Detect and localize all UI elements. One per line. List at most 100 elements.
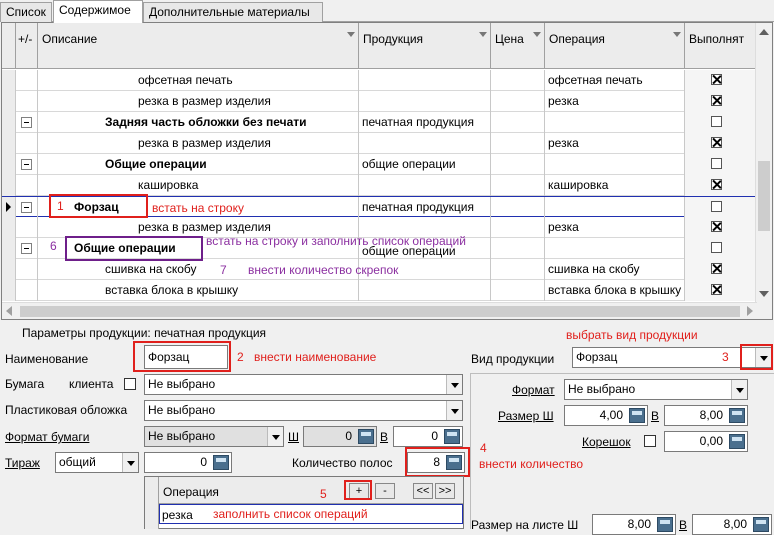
row-toggle-cell[interactable] bbox=[16, 259, 38, 280]
product-cell[interactable] bbox=[359, 70, 491, 91]
done-cell[interactable] bbox=[685, 197, 757, 218]
price-cell[interactable] bbox=[491, 217, 545, 238]
unchecked-checkbox-icon[interactable] bbox=[711, 158, 722, 169]
dropdown-arrow-icon[interactable] bbox=[122, 453, 138, 472]
operation-cell[interactable]: вставка блока в крышку bbox=[545, 280, 685, 301]
header-plusminus[interactable]: +/- bbox=[16, 23, 38, 69]
header-product[interactable]: Продукция bbox=[359, 23, 491, 69]
checked-checkbox-icon[interactable] bbox=[711, 284, 722, 295]
description-cell[interactable]: резка в размер изделия bbox=[38, 91, 359, 112]
row-toggle-cell[interactable] bbox=[16, 112, 38, 133]
calculator-icon[interactable] bbox=[213, 455, 229, 470]
description-cell[interactable]: резка в размер изделия bbox=[38, 133, 359, 154]
width-field[interactable]: 0 bbox=[303, 426, 377, 447]
row-indicator[interactable] bbox=[2, 217, 16, 238]
size-width-label[interactable]: Размер Ш bbox=[498, 408, 554, 424]
checked-checkbox-icon[interactable] bbox=[711, 263, 722, 274]
unchecked-checkbox-icon[interactable] bbox=[711, 201, 722, 212]
table-row[interactable]: вставка блока в крышку вставка блока в кр… bbox=[2, 280, 757, 301]
done-cell[interactable] bbox=[685, 238, 757, 259]
sheet-width-field[interactable]: 8,00 bbox=[592, 514, 676, 535]
price-cell[interactable] bbox=[491, 91, 545, 112]
done-cell[interactable] bbox=[685, 259, 757, 280]
operation-cell[interactable] bbox=[545, 154, 685, 175]
operation-cell[interactable]: резка bbox=[545, 133, 685, 154]
paper-select[interactable]: Не выбрано bbox=[144, 374, 463, 395]
price-cell[interactable] bbox=[491, 112, 545, 133]
price-cell[interactable] bbox=[491, 197, 545, 218]
checked-checkbox-icon[interactable] bbox=[711, 137, 722, 148]
collapse-icon[interactable] bbox=[21, 243, 32, 254]
spine-checkbox[interactable] bbox=[644, 435, 656, 447]
done-cell[interactable] bbox=[685, 112, 757, 133]
row-indicator[interactable] bbox=[2, 175, 16, 196]
tab-list[interactable]: Список bbox=[0, 2, 52, 22]
row-indicator[interactable] bbox=[2, 133, 16, 154]
row-toggle-cell[interactable] bbox=[16, 197, 38, 218]
product-cell[interactable] bbox=[359, 280, 491, 301]
dropdown-arrow-icon[interactable] bbox=[446, 401, 462, 420]
product-cell[interactable] bbox=[359, 133, 491, 154]
sheet-height-label[interactable]: В bbox=[679, 517, 687, 533]
row-toggle-cell[interactable] bbox=[16, 175, 38, 196]
row-indicator[interactable] bbox=[2, 197, 16, 218]
row-indicator[interactable] bbox=[2, 259, 16, 280]
row-indicator[interactable] bbox=[2, 238, 16, 259]
spine-label[interactable]: Корешок bbox=[582, 434, 631, 450]
price-cell[interactable] bbox=[491, 70, 545, 91]
scroll-thumb[interactable] bbox=[758, 161, 770, 231]
checked-checkbox-icon[interactable] bbox=[711, 221, 722, 232]
dropdown-arrow-icon[interactable] bbox=[731, 380, 747, 399]
size-height-label[interactable]: В bbox=[651, 408, 659, 424]
calculator-icon[interactable] bbox=[657, 517, 673, 532]
operation-cell[interactable]: резка bbox=[545, 91, 685, 112]
done-cell[interactable] bbox=[685, 70, 757, 91]
next-operation-button[interactable]: >> bbox=[435, 483, 455, 499]
collapse-icon[interactable] bbox=[21, 159, 32, 170]
hscroll-thumb[interactable] bbox=[20, 306, 740, 317]
dropdown-arrow-icon[interactable] bbox=[267, 427, 283, 446]
price-cell[interactable] bbox=[491, 154, 545, 175]
row-indicator[interactable] bbox=[2, 70, 16, 91]
remove-operation-button[interactable]: - bbox=[375, 483, 395, 499]
run-quantity-field[interactable]: 0 bbox=[144, 452, 232, 473]
horizontal-scrollbar[interactable] bbox=[2, 302, 757, 319]
table-row[interactable]: Задняя часть обложки без печати печатная … bbox=[2, 112, 757, 133]
price-cell[interactable] bbox=[491, 280, 545, 301]
table-row[interactable]: каширoвка каширoвка bbox=[2, 175, 757, 196]
row-toggle-cell[interactable] bbox=[16, 91, 38, 112]
scroll-down-icon[interactable] bbox=[759, 291, 769, 297]
row-indicator[interactable] bbox=[2, 154, 16, 175]
product-cell[interactable]: печатная продукция bbox=[359, 197, 491, 218]
row-indicator[interactable] bbox=[2, 280, 16, 301]
table-row[interactable]: резка в размер изделия резка bbox=[2, 91, 757, 112]
table-row[interactable]: Общие операции общие операции bbox=[2, 154, 757, 175]
cover-select[interactable]: Не выбрано bbox=[144, 400, 463, 421]
operation-cell[interactable] bbox=[545, 197, 685, 218]
calculator-icon[interactable] bbox=[444, 429, 460, 444]
row-toggle-cell[interactable] bbox=[16, 280, 38, 301]
format-label[interactable]: Формат bbox=[512, 382, 555, 398]
row-toggle-cell[interactable] bbox=[16, 238, 38, 259]
product-cell[interactable]: печатная продукция bbox=[359, 112, 491, 133]
calculator-icon[interactable] bbox=[729, 408, 745, 423]
row-toggle-cell[interactable] bbox=[16, 154, 38, 175]
tab-content[interactable]: Содержимое bbox=[53, 0, 143, 23]
price-cell[interactable] bbox=[491, 133, 545, 154]
checked-checkbox-icon[interactable] bbox=[711, 179, 722, 190]
description-cell[interactable]: офсетная печать bbox=[38, 70, 359, 91]
table-row[interactable]: резка в размер изделия резка bbox=[2, 133, 757, 154]
unchecked-checkbox-icon[interactable] bbox=[711, 242, 722, 253]
calculator-icon[interactable] bbox=[358, 429, 374, 444]
operation-cell[interactable] bbox=[545, 112, 685, 133]
description-cell[interactable]: Задняя часть обложки без печати bbox=[38, 112, 359, 133]
scroll-left-icon[interactable] bbox=[6, 306, 12, 316]
description-cell[interactable]: каширoвка bbox=[38, 175, 359, 196]
row-toggle-cell[interactable] bbox=[16, 70, 38, 91]
vertical-scrollbar[interactable] bbox=[755, 23, 772, 319]
format-select[interactable]: Не выбрано bbox=[564, 379, 748, 400]
done-cell[interactable] bbox=[685, 91, 757, 112]
done-cell[interactable] bbox=[685, 175, 757, 196]
collapse-icon[interactable] bbox=[21, 202, 32, 213]
checked-checkbox-icon[interactable] bbox=[711, 95, 722, 106]
